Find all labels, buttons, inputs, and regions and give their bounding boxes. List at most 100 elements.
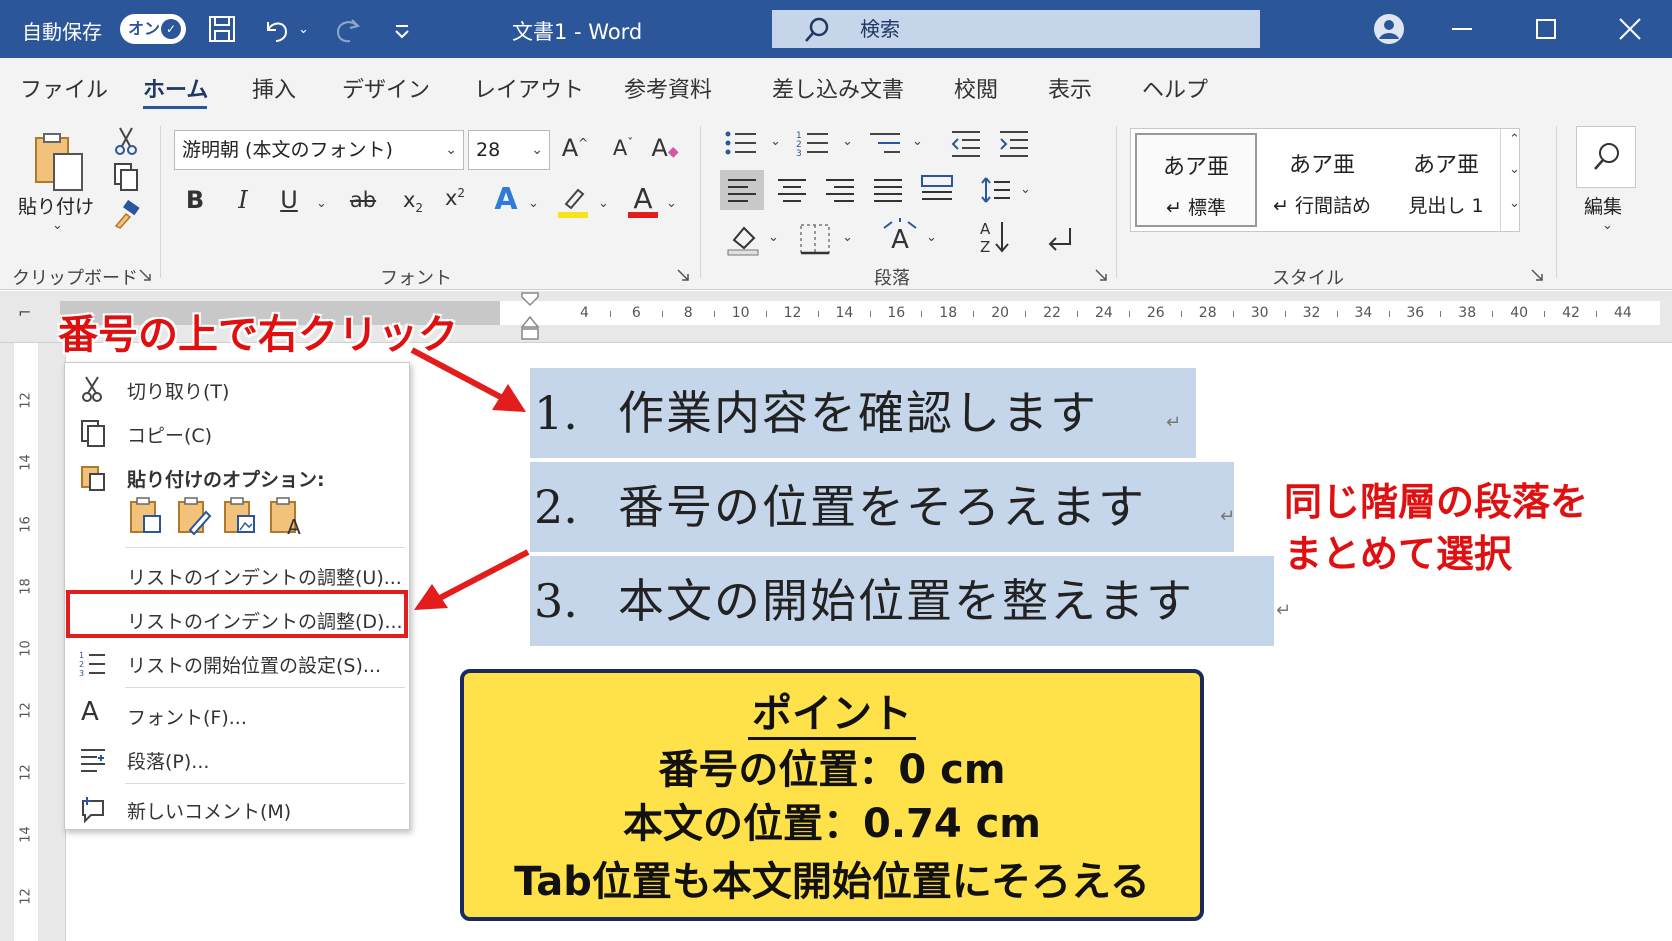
numbering-icon[interactable]: 1 2 3 <box>796 128 830 158</box>
list-text[interactable]: 本文の開始位置を整えます <box>618 556 1194 646</box>
vertical-ruler[interactable]: 12 14 16 18 10 12 12 14 12 <box>0 343 66 941</box>
copy-icon[interactable] <box>112 162 140 192</box>
line-spacing-dropdown-icon[interactable]: ⌄ <box>1020 182 1031 197</box>
style-normal[interactable]: あア亜 ↵ 標準 <box>1135 133 1257 227</box>
list-number[interactable]: 2. <box>534 462 578 552</box>
grow-font-icon[interactable]: A^ <box>560 134 590 162</box>
tab-selector-icon[interactable]: ⌐ <box>18 303 31 322</box>
increase-indent-icon[interactable] <box>998 128 1030 158</box>
paste-merge-format-icon[interactable] <box>176 496 212 536</box>
line-spacing-icon[interactable] <box>980 174 1012 206</box>
italic-icon[interactable]: I <box>230 186 256 214</box>
tab-layout[interactable]: レイアウト <box>474 72 584 104</box>
list-text[interactable]: 作業内容を確認します <box>618 368 1098 458</box>
list-item[interactable]: 2. 番号の位置をそろえます <box>530 462 1234 552</box>
cut-icon[interactable] <box>112 126 140 156</box>
list-item[interactable]: 3. 本文の開始位置を整えます <box>530 556 1274 646</box>
paste-picture-icon[interactable] <box>222 496 258 536</box>
text-effects-dropdown-icon[interactable]: ⌄ <box>528 196 539 211</box>
style-no-spacing[interactable]: あア亜 ↵ 行間詰め <box>1261 133 1383 227</box>
more-styles-icon[interactable]: ⌄ <box>1509 196 1520 211</box>
tab-file[interactable]: ファイル <box>20 72 108 104</box>
redo-icon[interactable] <box>330 10 366 48</box>
tab-view[interactable]: 表示 <box>1048 72 1092 104</box>
shading-dropdown-icon[interactable]: ⌄ <box>768 230 779 245</box>
underline-dropdown-icon[interactable]: ⌄ <box>316 196 327 211</box>
styles-launcher-icon[interactable] <box>1530 268 1544 282</box>
justify-icon[interactable] <box>872 176 904 204</box>
bold-icon[interactable]: B <box>182 186 208 214</box>
shrink-font-icon[interactable]: Aˇ <box>608 136 638 160</box>
font-launcher-icon[interactable] <box>676 268 690 282</box>
asian-layout-icon[interactable]: A <box>880 218 920 256</box>
menu-item-copy[interactable]: コピー(C) <box>65 413 409 453</box>
show-marks-icon[interactable] <box>1044 222 1074 254</box>
menu-item-list-start[interactable]: 1 2 3 リストの開始位置の設定(S)... <box>65 643 409 683</box>
font-color-dropdown-icon[interactable]: ⌄ <box>666 196 677 211</box>
maximize-icon[interactable] <box>1516 0 1576 58</box>
indent-markers-icon[interactable] <box>518 291 542 343</box>
edit-label[interactable]: 編集 <box>1584 192 1622 219</box>
list-number[interactable]: 3. <box>534 556 578 646</box>
customize-toolbar-icon[interactable] <box>384 10 420 48</box>
paragraph-launcher-icon[interactable] <box>1094 268 1108 282</box>
multilevel-list-icon[interactable] <box>868 128 902 158</box>
sort-icon[interactable]: A Z <box>976 218 1012 256</box>
highlight-icon[interactable] <box>556 184 590 220</box>
paste-button-label[interactable]: 貼り付け <box>18 192 94 219</box>
tab-references[interactable]: 参考資料 <box>624 72 712 104</box>
menu-item-list-indent-u[interactable]: リストのインデントの調整(U)... <box>65 555 409 595</box>
menu-item-font[interactable]: A フォント(F)... <box>65 695 409 735</box>
style-heading-1[interactable]: あア亜 見出し 1 <box>1385 133 1507 227</box>
tab-help[interactable]: ヘルプ <box>1142 72 1208 104</box>
save-icon[interactable] <box>204 10 240 48</box>
search-box[interactable]: 検索 <box>772 10 1260 48</box>
list-text[interactable]: 番号の位置をそろえます <box>618 462 1146 552</box>
superscript-icon[interactable]: x2 <box>440 186 470 210</box>
list-number[interactable]: 1. <box>534 368 578 458</box>
paste-text-only-icon[interactable]: A <box>268 496 304 536</box>
bullets-dropdown-icon[interactable]: ⌄ <box>770 134 781 149</box>
strikethrough-icon[interactable]: ab <box>346 188 380 212</box>
minimize-icon[interactable] <box>1432 0 1492 58</box>
highlight-dropdown-icon[interactable]: ⌄ <box>598 196 609 211</box>
undo-icon[interactable] <box>258 10 294 48</box>
borders-dropdown-icon[interactable]: ⌄ <box>842 230 853 245</box>
asian-layout-dropdown-icon[interactable]: ⌄ <box>926 230 937 245</box>
menu-item-cut[interactable]: 切り取り(T) <box>65 369 409 409</box>
align-left-button[interactable] <box>720 170 764 210</box>
underline-icon[interactable]: U <box>276 186 302 214</box>
menu-item-paragraph[interactable]: 段落(P)... <box>65 739 409 779</box>
bullets-icon[interactable] <box>724 128 758 158</box>
paste-dropdown-icon[interactable]: ⌄ <box>52 218 63 233</box>
clear-formatting-icon[interactable]: A◆ <box>648 134 682 162</box>
align-center-icon[interactable] <box>776 176 808 204</box>
tab-review[interactable]: 校閲 <box>954 72 998 104</box>
text-effects-icon[interactable]: A <box>490 182 522 217</box>
multilevel-dropdown-icon[interactable]: ⌄ <box>912 134 923 149</box>
decrease-indent-icon[interactable] <box>950 128 982 158</box>
tab-insert[interactable]: 挿入 <box>252 72 296 104</box>
clipboard-launcher-icon[interactable] <box>138 268 152 282</box>
borders-icon[interactable] <box>798 222 832 256</box>
edit-dropdown-icon[interactable]: ⌄ <box>1602 218 1613 233</box>
list-item[interactable]: 1. 作業内容を確認します <box>530 368 1196 458</box>
align-right-icon[interactable] <box>824 176 856 204</box>
font-color-icon[interactable]: A <box>626 182 660 220</box>
subscript-icon[interactable]: x2 <box>398 188 428 215</box>
numbering-dropdown-icon[interactable]: ⌄ <box>842 134 853 149</box>
format-painter-icon[interactable] <box>112 200 142 230</box>
find-button[interactable] <box>1576 126 1636 188</box>
autosave-toggle[interactable]: オン ✓ <box>120 14 186 44</box>
tab-home[interactable]: ホーム <box>143 72 208 104</box>
paste-icon[interactable] <box>30 130 88 194</box>
tab-mailings[interactable]: 差し込み文書 <box>772 72 904 104</box>
shading-icon[interactable] <box>726 222 760 256</box>
chevron-down-icon[interactable]: ⌄ <box>1509 162 1520 177</box>
close-icon[interactable] <box>1600 0 1660 58</box>
menu-item-new-comment[interactable]: 新しいコメント(M) <box>65 789 409 829</box>
undo-dropdown-icon[interactable]: ⌄ <box>298 22 309 37</box>
tab-design[interactable]: デザイン <box>342 72 430 104</box>
distributed-align-icon[interactable] <box>920 174 954 206</box>
paste-keep-source-icon[interactable] <box>128 496 164 536</box>
